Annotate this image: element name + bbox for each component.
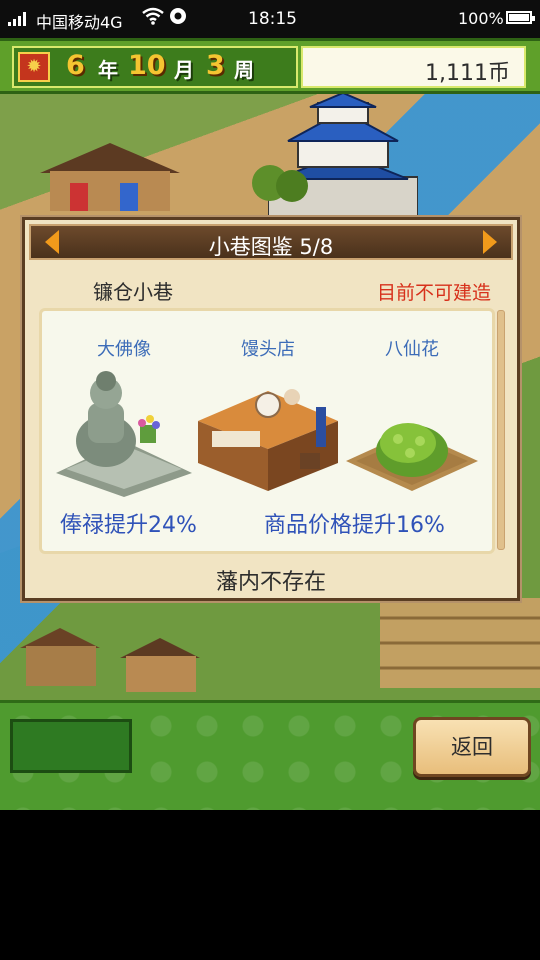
shop-building <box>40 143 180 217</box>
year-value: 6 <box>66 50 85 81</box>
battery-level-fill <box>509 14 529 21</box>
manju-shop-icon <box>198 369 338 501</box>
dialog-header: 小巷图鉴 5/8 <box>29 224 513 260</box>
fields-patch <box>380 598 540 692</box>
week-unit: 周 <box>234 58 254 82</box>
dialog-title: 小巷图鉴 5/8 <box>208 235 334 259</box>
signal-icon <box>8 11 30 30</box>
street-detail-card: 大佛像 馒头店 八仙花 俸禄提升24% 商品价格提升16% <box>39 308 495 554</box>
week-value: 3 <box>206 50 225 81</box>
existence-note: 藩内不存在 <box>215 570 326 595</box>
wifi-icon <box>142 6 164 30</box>
month-unit: 月 <box>174 58 194 82</box>
scrollbar[interactable] <box>497 310 505 550</box>
top-bar: ✹ 6 年 10 月 3 周 1,111币 <box>0 38 540 94</box>
empty-slot <box>10 719 132 773</box>
great-buddha-statue-icon <box>56 369 192 501</box>
price-effect: 商品价格提升16% <box>264 513 445 538</box>
back-button[interactable]: 返回 <box>413 717 531 777</box>
carrier-label: 中国移动4G <box>36 13 123 32</box>
coin-amount: 1,111币 <box>425 61 510 86</box>
tree-cluster <box>250 158 310 212</box>
street-name: 镰仓小巷 <box>93 280 173 304</box>
year-unit: 年 <box>98 58 118 82</box>
battery-percent: 100% <box>458 9 504 28</box>
build-status: 目前不可建造 <box>376 282 491 304</box>
status-bar: 中国移动4G 18:15 100% <box>0 0 540 38</box>
notification-icon <box>168 6 190 31</box>
coin-counter: 1,111币 <box>301 46 526 88</box>
street-catalog-dialog: 小巷图鉴 5/8 镰仓小巷 目前不可建造 大佛像 馒头店 八仙花 俸禄提升24%… <box>22 217 520 601</box>
item-name-manju-shop: 馒头店 <box>241 339 295 360</box>
month-value: 10 <box>128 50 166 81</box>
item-name-buddha: 大佛像 <box>97 339 151 360</box>
hydrangea-bush-icon <box>342 369 482 501</box>
salary-effect: 俸禄提升24% <box>60 513 197 538</box>
date-display[interactable]: ✹ 6 年 10 月 3 周 <box>12 46 298 88</box>
clock: 18:15 <box>248 9 297 29</box>
battery-icon <box>506 11 535 24</box>
next-arrow-icon[interactable] <box>483 230 497 254</box>
game-screen: 中国移动4G 18:15 100% ✹ 6 年 10 月 3 周 1,111币 … <box>0 0 540 960</box>
river-houses <box>20 618 220 702</box>
bottom-bar: 返回 <box>0 700 540 810</box>
maple-leaf-icon: ✹ <box>18 52 50 82</box>
scrollbar-thumb[interactable] <box>497 310 505 550</box>
item-name-hydrangea: 八仙花 <box>385 339 439 360</box>
